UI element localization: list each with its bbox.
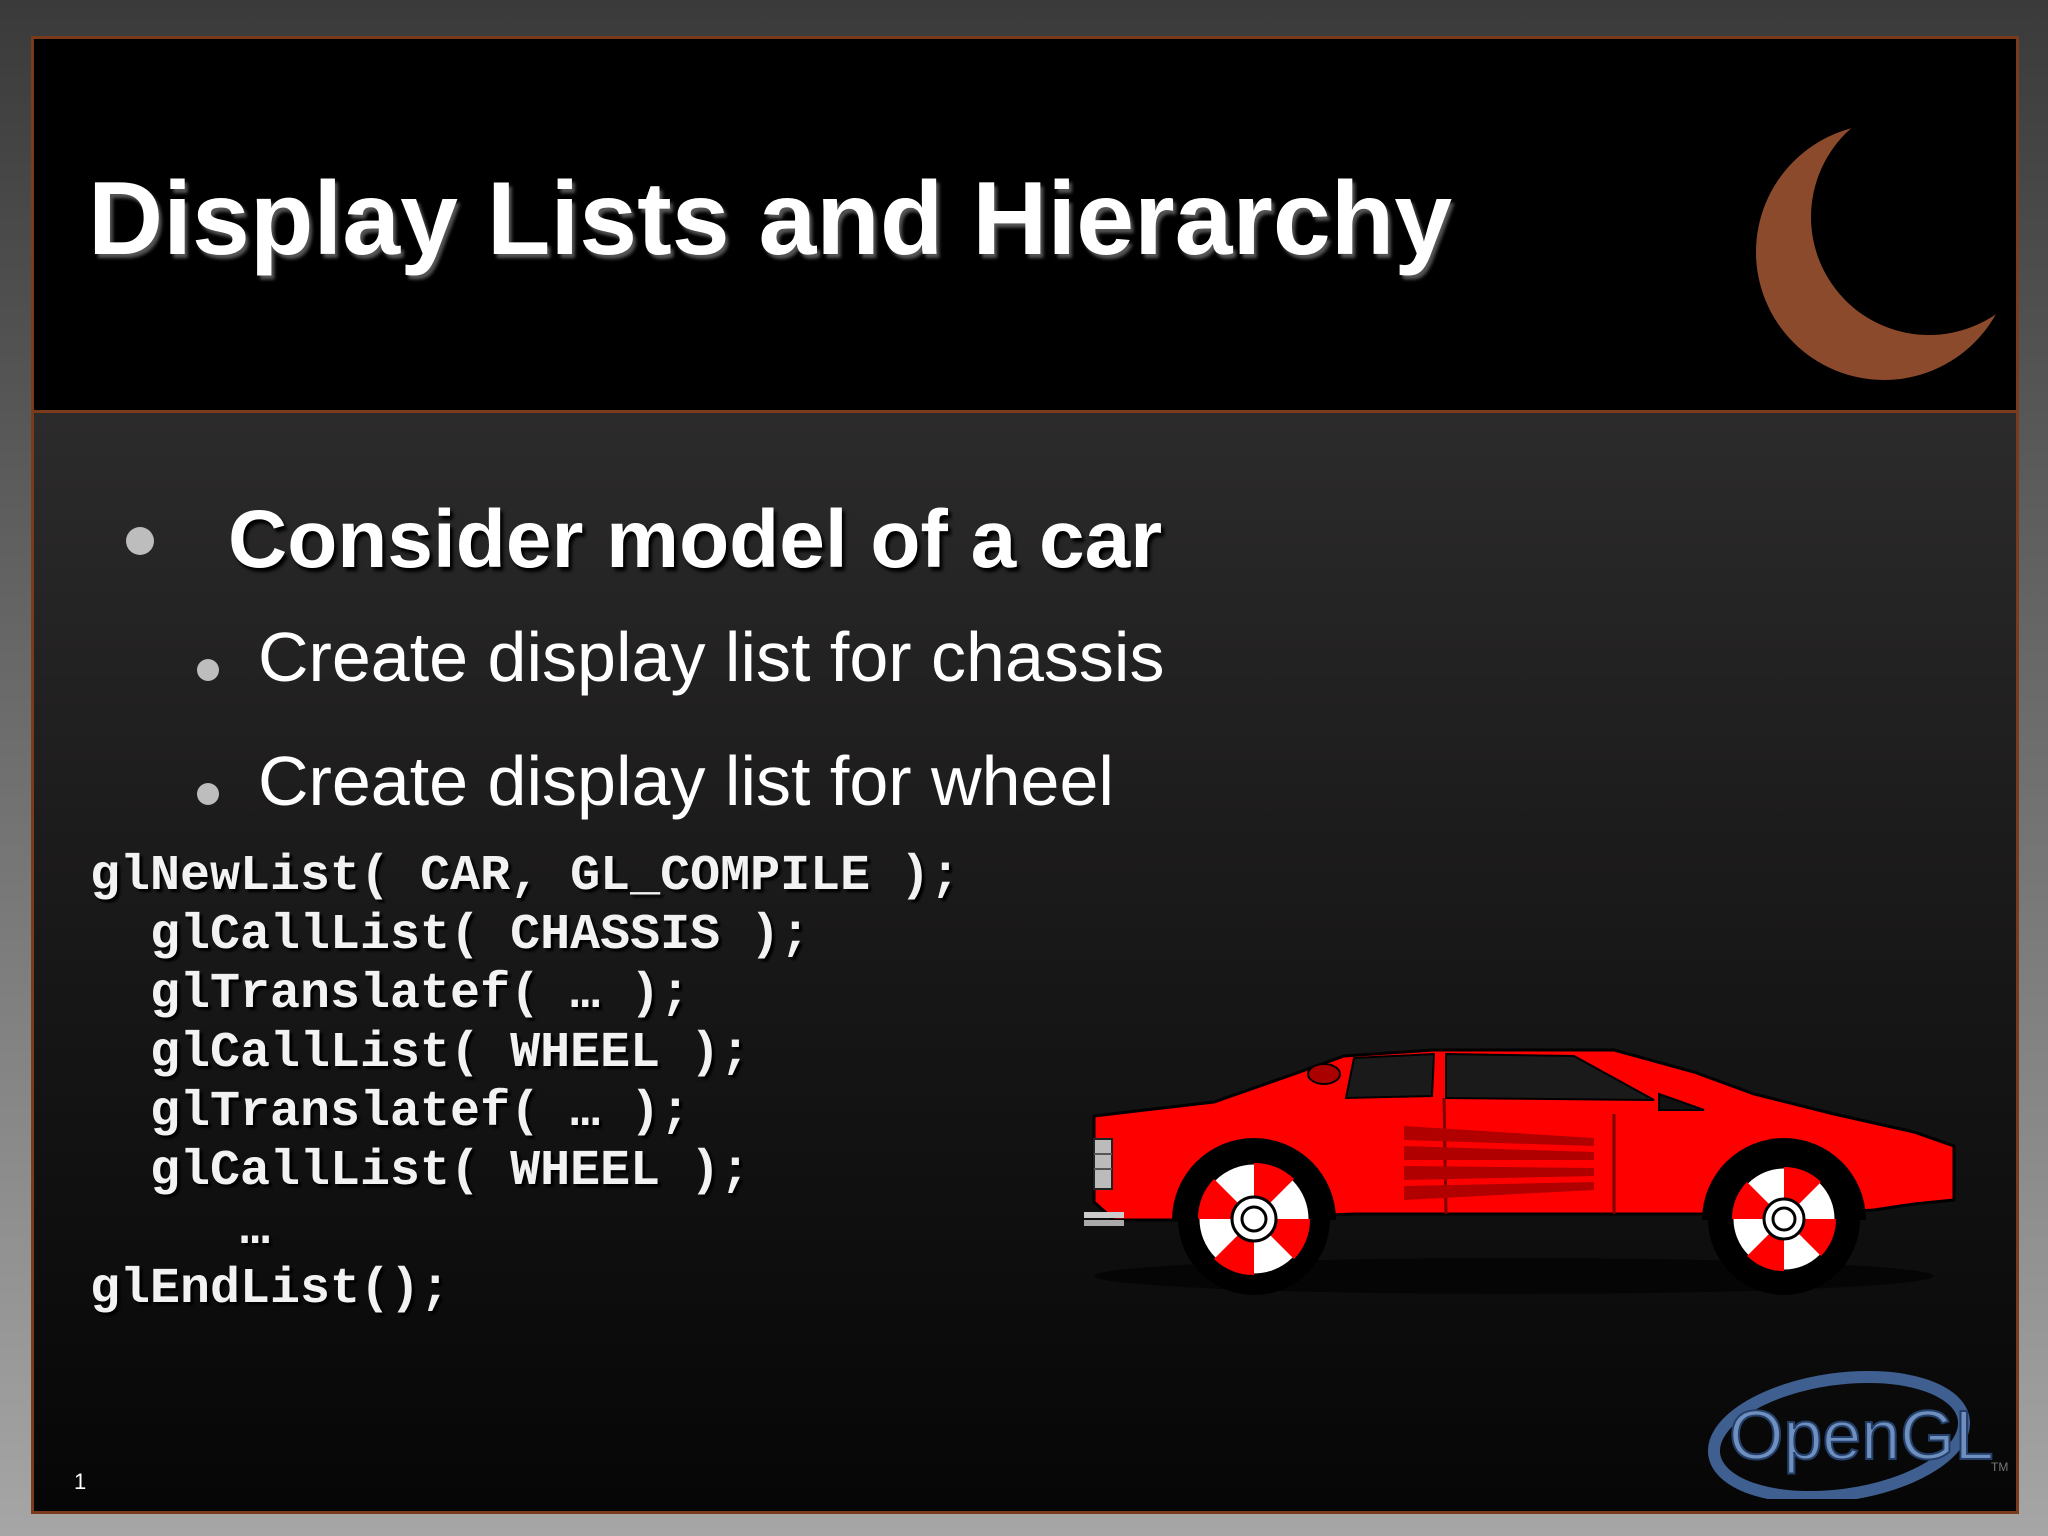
code-line: glCallList( CHASSIS ); xyxy=(90,907,811,964)
wheel xyxy=(1708,1143,1860,1295)
red-sports-car-image xyxy=(1084,1048,1956,1295)
code-line: glTranslatef( … ); xyxy=(90,1084,691,1141)
code-line: glNewList( CAR, GL_COMPILE ); xyxy=(90,848,961,905)
title-band: Display Lists and Hierarchy xyxy=(34,39,2016,413)
slide-title: Display Lists and Hierarchy xyxy=(88,161,1453,277)
slide: Display Lists and Hierarchy Consider mod… xyxy=(31,36,2019,1514)
opengl-logo-tm: TM xyxy=(1991,1460,2008,1474)
crescent-moon-icon xyxy=(1756,124,2012,380)
code-line: glCallList( WHEEL ); xyxy=(90,1143,751,1200)
code-line: glTranslatef( … ); xyxy=(90,966,691,1023)
bullet-sub-text: Create display list for chassis xyxy=(258,618,1165,696)
code-line: glCallList( WHEEL ); xyxy=(90,1025,751,1082)
bullet-dot xyxy=(197,659,219,681)
bullet-main-text: Consider model of a car xyxy=(228,494,1163,585)
code-line: glEndList(); xyxy=(90,1261,451,1318)
wheel xyxy=(1178,1143,1330,1295)
bullet-sub-text: Create display list for wheel xyxy=(258,742,1114,820)
code-line: … xyxy=(90,1202,271,1259)
opengl-logo-text: OpenGL xyxy=(1729,1396,1994,1474)
bullet-dot xyxy=(126,527,154,555)
code-block: glNewList( CAR, GL_COMPILE ); glCallList… xyxy=(90,847,960,1319)
opengl-logo: OpenGL TM xyxy=(1707,1370,2008,1499)
page-number: 1 xyxy=(74,1469,87,1494)
bullet-dot xyxy=(197,783,219,805)
